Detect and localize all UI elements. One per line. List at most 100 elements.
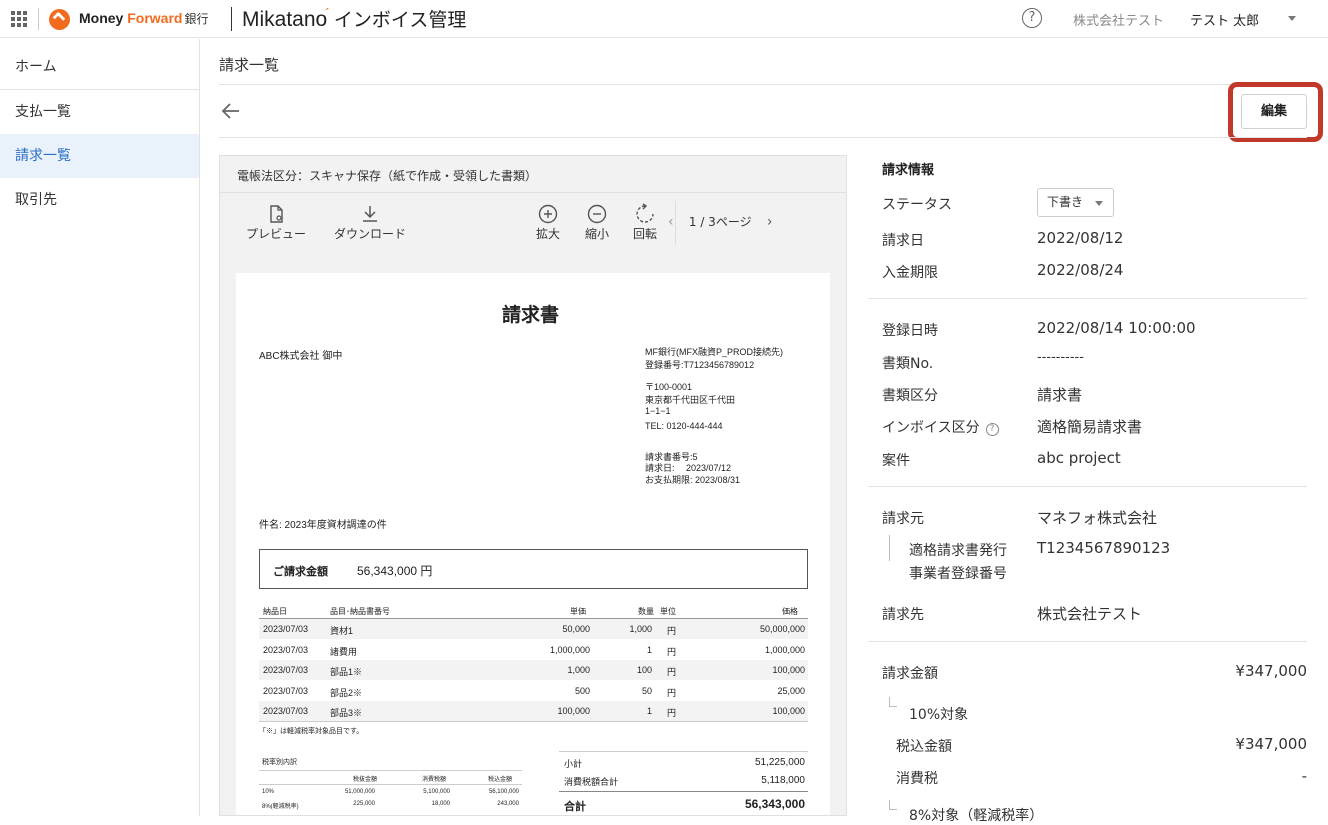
table-cell: 資材1 (330, 626, 354, 636)
table-cell: 50,000 (562, 624, 590, 634)
invoice-type-value: 適格簡易請求書 (1037, 418, 1143, 436)
tax-th: 税抜金額 (353, 777, 378, 783)
next-page-icon[interactable]: › (767, 214, 773, 230)
th-item: 品目･納品書番号 (330, 607, 390, 616)
eight-percent-label: 8%対象（軽減税率） (909, 808, 1044, 824)
amount-value: 56,343,000 円 (357, 564, 433, 578)
project-value: abc project (1037, 449, 1121, 467)
table-cell: 1,000,000 (764, 645, 805, 655)
download-icon (363, 206, 377, 222)
table-cell: 100,000 (772, 665, 805, 675)
zoom-out-button[interactable]: 縮小 (585, 203, 609, 242)
divider (868, 486, 1307, 487)
sidebar-item-home[interactable]: ホーム (0, 45, 199, 89)
chevron-down-icon (1095, 201, 1103, 206)
billing-to-value: 株式会社テスト (1037, 605, 1143, 623)
table-row: 2023/07/03 (263, 686, 309, 696)
ten-percent-label: 10%対象 (909, 707, 969, 723)
project-label: 案件 (882, 453, 910, 469)
zoom-in-icon (538, 204, 558, 224)
company-name[interactable]: 株式会社テスト (1073, 10, 1164, 29)
prev-page-icon[interactable]: ‹ (668, 214, 674, 230)
tax-cell: 5,100,000 (423, 789, 450, 795)
telephone: TEL: 0120-444-444 (645, 421, 723, 431)
invoice-type-label: インボイス区分? (882, 417, 999, 437)
total-label: 合計 (564, 801, 586, 813)
table-cell: 1 (646, 706, 652, 716)
total-value: 56,343,000 (744, 797, 805, 811)
table-cell: 円 (667, 626, 677, 636)
law-category-label: 電帳法区分：スキャナ保存（紙で作成・受領した書類） (237, 169, 538, 183)
section-title-invoice-info: 請求情報 (882, 163, 935, 178)
divider (868, 298, 1307, 299)
divider (38, 8, 39, 30)
issuer-reg-label-2: 事業者登録番号 (909, 566, 1007, 582)
th-unit-price: 単価 (570, 607, 586, 616)
app-grid-icon[interactable] (11, 11, 27, 27)
invoice-date-value: 2022/08/12 (1037, 229, 1124, 247)
document-viewer: 電帳法区分：スキャナ保存（紙で作成・受領した書類） プレビュー ダウンロード 拡… (219, 155, 847, 816)
table-cell: 部品2※ (330, 688, 363, 698)
billing-to-label: 請求先 (882, 607, 924, 623)
payment-due: お支払期限: 2023/08/31 (645, 475, 741, 485)
doc-number-value: ---------- (1037, 350, 1084, 365)
table-cell: 100,000 (557, 706, 590, 716)
issuer-registration: 登録番号:T7123456789012 (645, 360, 755, 370)
back-arrow-icon[interactable] (221, 101, 241, 121)
table-cell: 円 (667, 708, 677, 718)
table-cell: 円 (667, 667, 677, 677)
subtotal-value: 51,225,000 (754, 757, 805, 768)
page-indicator: 1 / 3ページ (688, 215, 752, 229)
tax-row: 8%(軽減税率) (262, 804, 299, 810)
user-name[interactable]: テスト 太郎 (1190, 10, 1259, 29)
tax-cell: 56,100,000 (488, 789, 519, 795)
sidebar: ホーム 支払一覧 請求一覧 取引先 (0, 39, 200, 816)
divider (559, 791, 808, 792)
rotate-button[interactable]: 回転 (633, 203, 657, 242)
billing-from-label: 請求元 (882, 511, 924, 527)
table-cell: 諸費用 (330, 647, 358, 657)
zoom-in-button[interactable]: 拡大 (536, 203, 560, 242)
table-cell: 部品1※ (330, 667, 363, 677)
registered-at-value: 2022/08/14 10:00:00 (1037, 319, 1196, 337)
addressee: ABC株式会社 御中 (259, 351, 343, 362)
sidebar-item-invoices[interactable]: 請求一覧 (0, 134, 199, 178)
due-date-label: 入金期限 (882, 265, 938, 281)
divider (259, 770, 522, 771)
page-navigator: ‹ 1 / 3ページ › (668, 213, 772, 230)
money-forward-logo-icon (49, 9, 70, 30)
edit-button-highlight (1228, 82, 1323, 142)
chevron-down-icon[interactable] (1288, 16, 1296, 21)
top-bar: Money Forward 銀行 Mikatano´ インボイス管理 ? 株式会社テ… (0, 0, 1328, 38)
divider (219, 137, 1307, 138)
status-select[interactable]: 下書き (1037, 188, 1114, 217)
table-row: 2023/07/03 (263, 624, 309, 634)
preview-icon (270, 205, 283, 223)
invoice-amount-value: ¥347,000 (1235, 662, 1307, 680)
doc-number-label: 書類No. (882, 356, 934, 372)
brand-name: Money Forward 銀行 (79, 10, 209, 26)
divider (259, 721, 808, 722)
tree-line (889, 800, 897, 810)
sidebar-item-partners[interactable]: 取引先 (0, 178, 199, 222)
help-icon[interactable]: ? (985, 423, 999, 436)
table-cell: 1,000,000 (549, 645, 590, 655)
sidebar-item-payments[interactable]: 支払一覧 (0, 90, 199, 134)
preview-button[interactable]: プレビュー (246, 203, 306, 242)
invoice-page: 請求書 ABC株式会社 御中 MF銀行(MFX融資P_PROD接続先) 登録番号… (236, 273, 830, 815)
status-label: ステータス (882, 197, 952, 213)
due-date-value: 2022/08/24 (1037, 261, 1124, 279)
download-button[interactable]: ダウンロード (334, 203, 406, 242)
table-cell: 部品3※ (330, 708, 363, 718)
th-price: 価格 (782, 607, 798, 616)
postal-code: 〒100-0001 (645, 382, 693, 392)
issuer-reg-value: T1234567890123 (1037, 539, 1171, 557)
table-cell: 25,000 (777, 686, 805, 696)
table-cell: 50,000,000 (759, 624, 805, 634)
amount-box (259, 549, 808, 589)
table-cell: 1,000 (567, 665, 590, 675)
tree-line (889, 697, 897, 707)
table-cell: 50 (641, 686, 652, 696)
table-cell: 500 (574, 686, 590, 696)
help-icon[interactable]: ? (1022, 8, 1042, 28)
